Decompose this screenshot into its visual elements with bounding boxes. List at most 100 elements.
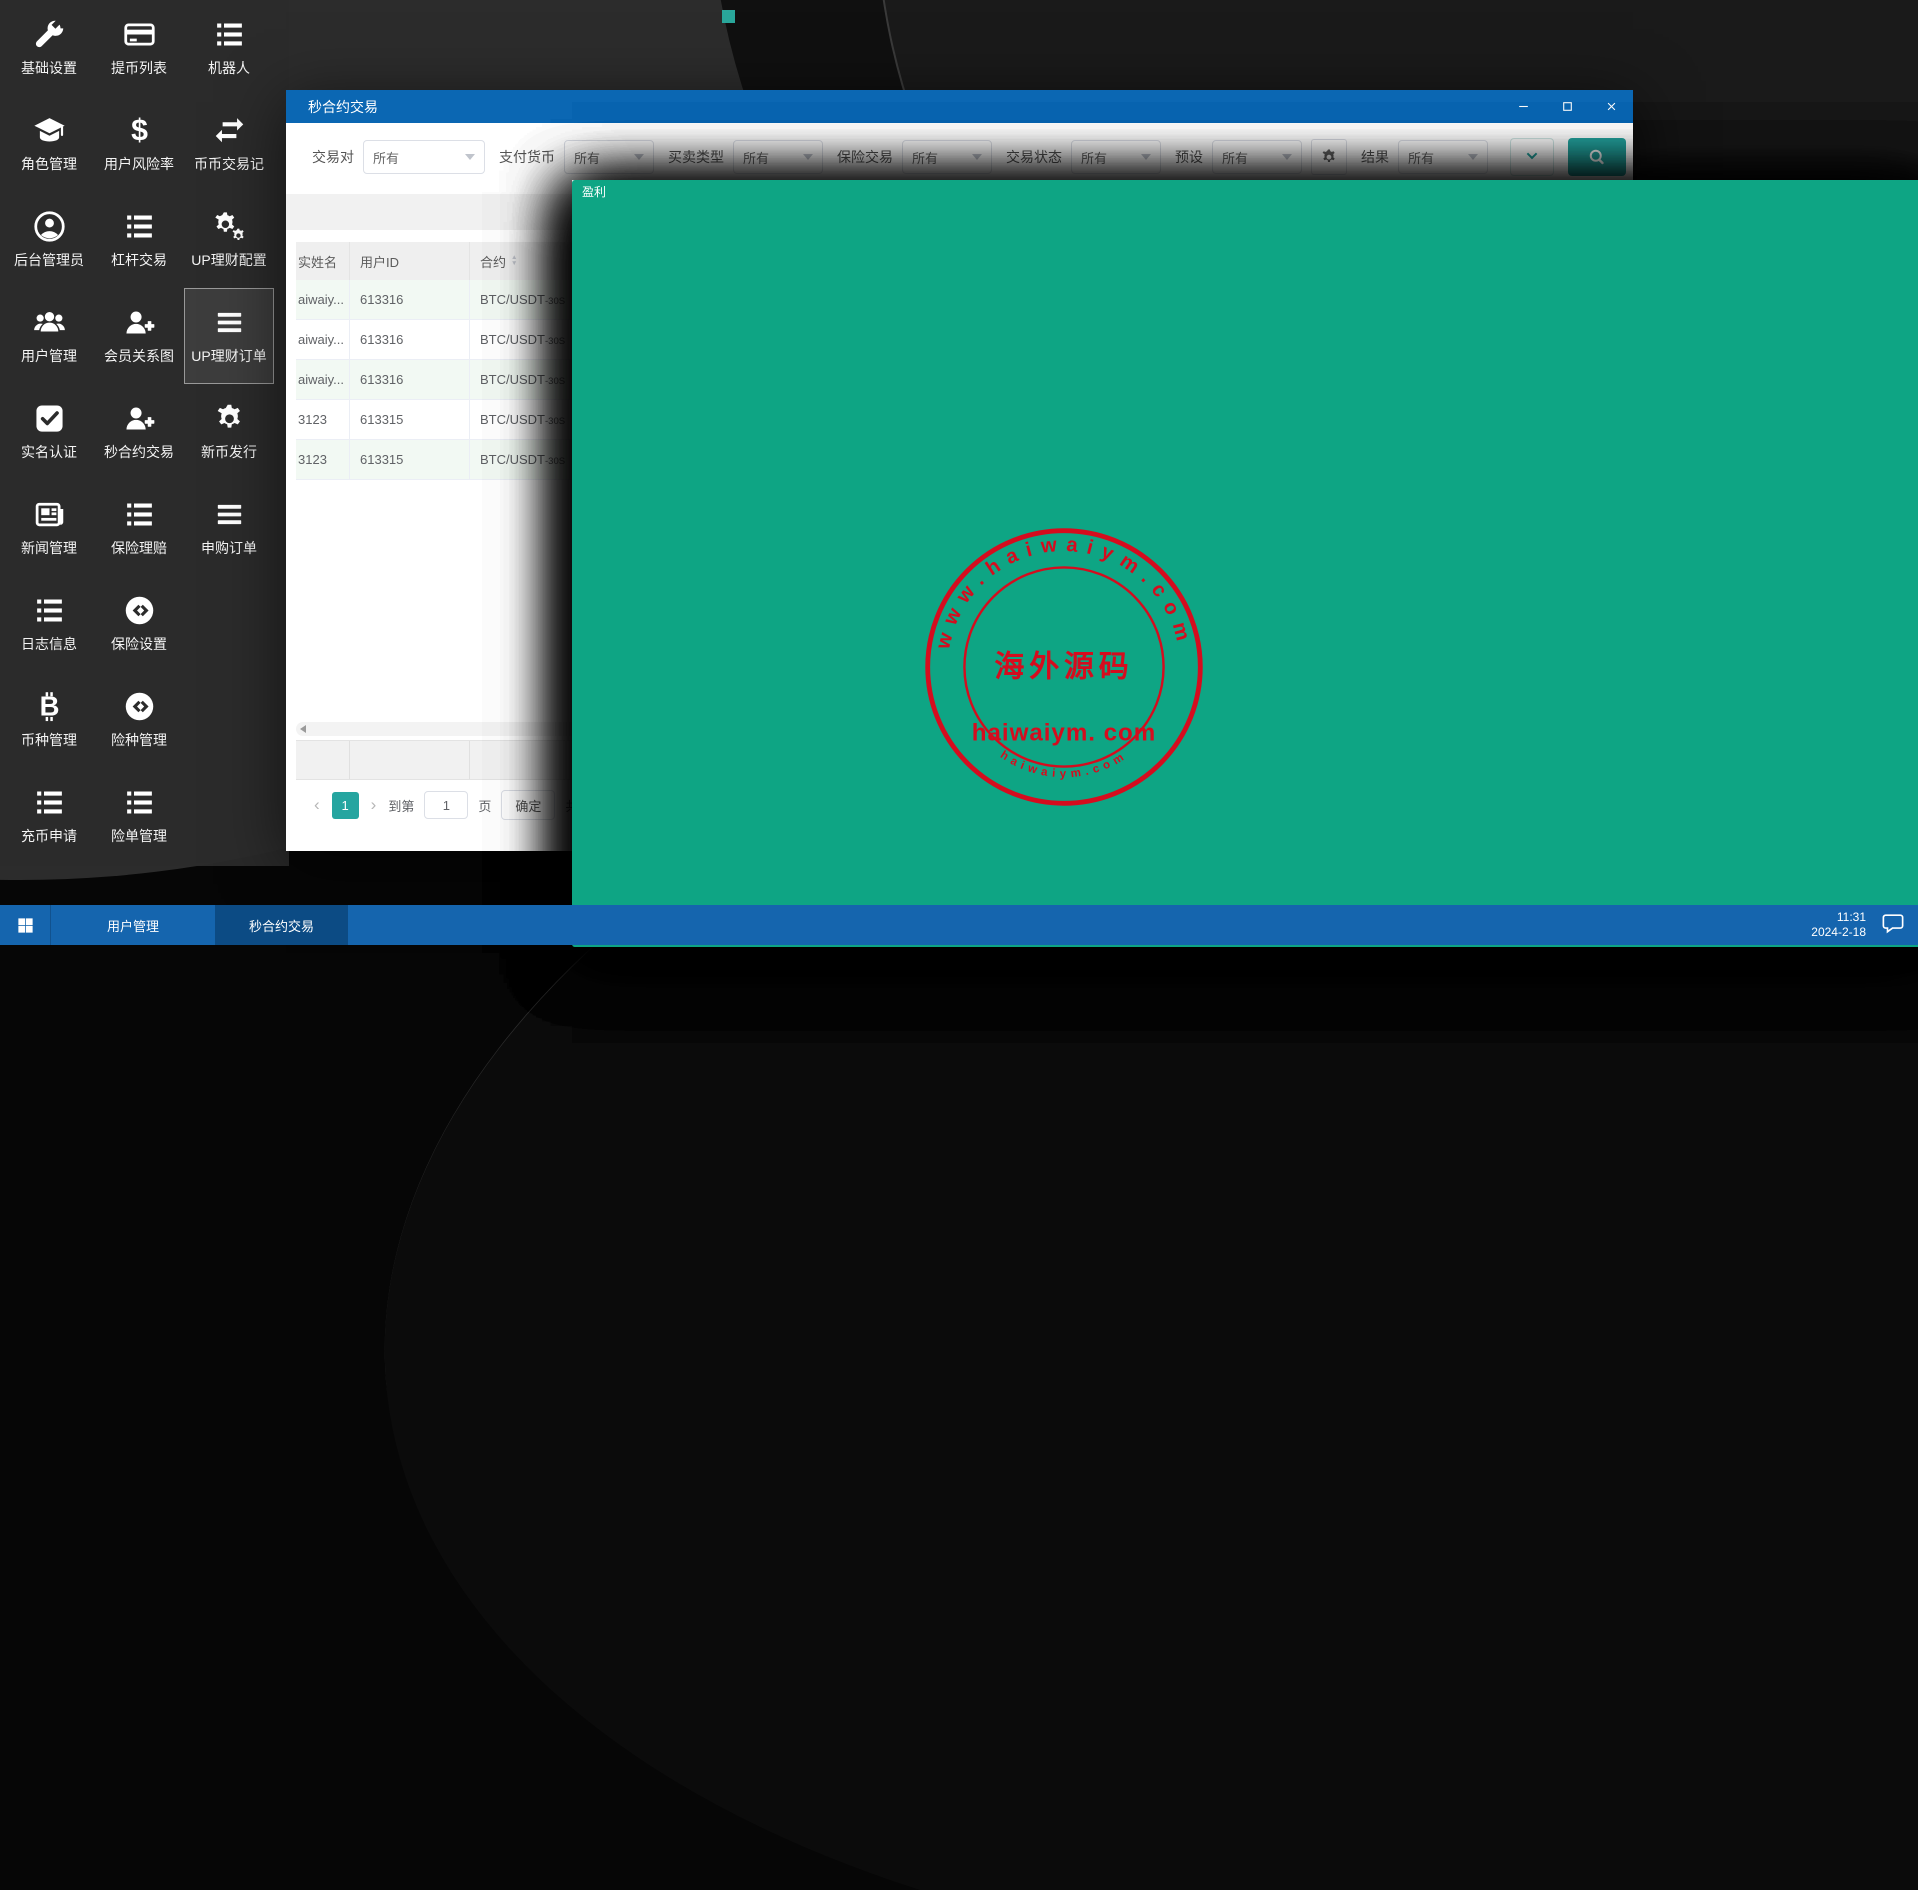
menu-icon — [213, 498, 246, 531]
cell-user-id: 613315 — [350, 400, 470, 439]
graduation-cap-icon — [33, 114, 66, 147]
filter-select[interactable]: 所有 — [733, 140, 823, 174]
taskbar-item[interactable]: 用户管理 — [73, 905, 193, 945]
sidebar-item[interactable]: 币币交易记 — [184, 96, 274, 192]
taskbar: 用户管理 秒合约交易 11:31 2024-2-18 — [0, 905, 1918, 945]
column-header-label: 实姓名 — [298, 252, 337, 271]
clock-date: 2024-2-18 — [1811, 925, 1866, 940]
sidebar-item[interactable]: UP理财订单 — [184, 288, 274, 384]
chevron-down-icon — [465, 154, 475, 160]
next-page-button[interactable]: › — [369, 795, 379, 815]
sidebar-item[interactable]: 新闻管理 — [4, 480, 94, 576]
window-control-button[interactable] — [1545, 90, 1589, 123]
prev-page-button[interactable]: ‹ — [312, 795, 322, 815]
sidebar-item[interactable]: 杠杆交易 — [94, 192, 184, 288]
summary-cell — [296, 741, 350, 779]
sidebar-item[interactable]: 保险理赔 — [94, 480, 184, 576]
sidebar-item[interactable]: UP理财配置 — [184, 192, 274, 288]
list-icon — [33, 594, 66, 627]
sidebar-item[interactable]: B 币种管理 — [4, 672, 94, 768]
sidebar-item[interactable]: 充币申请 — [4, 768, 94, 864]
window-control-button[interactable] — [1589, 90, 1633, 123]
sidebar-item-label: 币种管理 — [21, 730, 77, 750]
sidebar-item[interactable]: 后台管理员 — [4, 192, 94, 288]
svg-text:$: $ — [131, 114, 148, 147]
chat-button[interactable] — [1882, 912, 1904, 939]
expand-filters-button[interactable] — [1510, 138, 1554, 176]
sidebar-item[interactable]: 日志信息 — [4, 576, 94, 672]
scroll-left-arrow[interactable] — [300, 725, 306, 733]
filter-select-value: 所有 — [1222, 148, 1248, 167]
sidebar-item[interactable]: 申购订单 — [184, 480, 274, 576]
goto-label: 到第 — [388, 796, 414, 815]
column-header[interactable]: 用户ID ▲▼ — [350, 242, 470, 280]
users-icon — [33, 306, 66, 339]
brand-circle-icon — [123, 594, 156, 627]
filter-group: 交易对 所有 — [312, 140, 485, 174]
start-button[interactable] — [0, 905, 51, 945]
filter-select[interactable]: 所有 — [363, 140, 485, 174]
table-row[interactable]: 3123 613315 BTC/USDT-30S USDT 涨↑ 已平仓 10 … — [296, 400, 1618, 440]
filter-select[interactable]: 所有 — [902, 140, 992, 174]
cell-user-id: 613316 — [350, 280, 470, 319]
sidebar-item[interactable]: 提币列表 — [94, 0, 184, 96]
sidebar-item[interactable]: 保险设置 — [94, 576, 184, 672]
table-body: aiwaiy... 613316 BTC/USDT-30S USDT 涨↑ 已平… — [296, 280, 1618, 480]
sidebar-item[interactable]: $ 用户风险率 — [94, 96, 184, 192]
sidebar-item[interactable]: 秒合约交易 — [94, 384, 184, 480]
cell-real-name: aiwaiy... — [296, 360, 350, 399]
summary-cell — [350, 741, 470, 779]
filter-select[interactable]: 所有 — [1071, 140, 1161, 174]
filter-select[interactable]: 所有 — [1398, 140, 1488, 174]
filter-select-value: 所有 — [1408, 148, 1434, 167]
sidebar-item[interactable]: 实名认证 — [4, 384, 94, 480]
taskbar-item[interactable]: 秒合约交易 — [215, 905, 348, 945]
window-control-button[interactable] — [1501, 90, 1545, 123]
chevron-down-icon — [803, 154, 813, 160]
desktop-accent-square — [722, 10, 735, 23]
dollar-icon: $ — [123, 114, 156, 147]
goto-page-input[interactable] — [424, 791, 468, 819]
chevron-down-icon — [634, 154, 644, 160]
current-page-button[interactable]: 1 — [332, 792, 359, 819]
filter-label: 交易状态 — [1006, 147, 1062, 167]
taskbar-clock[interactable]: 11:31 2024-2-18 — [1811, 910, 1866, 940]
sidebar-item-label: 新币发行 — [201, 442, 257, 462]
preset-config-button[interactable] — [1311, 139, 1347, 175]
windows-start-icon — [16, 916, 35, 935]
filter-label: 买卖类型 — [668, 147, 724, 167]
cell-user-id: 613315 — [350, 440, 470, 479]
sidebar-item-label: 机器人 — [208, 58, 250, 78]
user-plus-icon — [123, 306, 156, 339]
sort-icon[interactable]: ▲▼ — [511, 255, 517, 267]
sidebar-item-label: 秒合约交易 — [104, 442, 174, 462]
filter-select[interactable]: 所有 — [564, 140, 654, 174]
filter-label: 保险交易 — [837, 147, 893, 167]
filter-label: 结果 — [1361, 147, 1389, 167]
gears-icon — [213, 210, 246, 243]
column-header[interactable]: 实姓名 ▲▼ — [296, 242, 350, 280]
sidebar-item[interactable]: 险单管理 — [94, 768, 184, 864]
sidebar-item-label: 角色管理 — [21, 154, 77, 174]
column-header-label: 合约 — [480, 252, 506, 271]
filter-group: 交易状态 所有 — [1006, 140, 1161, 174]
sidebar-item[interactable]: 机器人 — [184, 0, 274, 96]
filter-group: 结果 所有 — [1361, 140, 1488, 174]
sidebar-item[interactable]: 会员关系图 — [94, 288, 184, 384]
window-titlebar[interactable]: 秒合约交易 — [286, 90, 1633, 123]
filter-select[interactable]: 所有 — [1212, 140, 1302, 174]
sidebar-item[interactable]: 用户管理 — [4, 288, 94, 384]
column-header-label: 用户ID — [360, 252, 399, 271]
sidebar-item[interactable]: 新币发行 — [184, 384, 274, 480]
sidebar-item-label: 险单管理 — [111, 826, 167, 846]
search-button[interactable] — [1568, 138, 1626, 176]
chevron-down-icon — [972, 154, 982, 160]
cell-real-name: aiwaiy... — [296, 320, 350, 359]
window-title: 秒合约交易 — [308, 97, 378, 117]
goto-unit: 页 — [478, 796, 491, 815]
sidebar-item[interactable]: 角色管理 — [4, 96, 94, 192]
cell-real-name: 3123 — [296, 440, 350, 479]
confirm-button[interactable]: 确定 — [501, 790, 555, 820]
sidebar-item[interactable]: 险种管理 — [94, 672, 184, 768]
sidebar-item[interactable]: 基础设置 — [4, 0, 94, 96]
